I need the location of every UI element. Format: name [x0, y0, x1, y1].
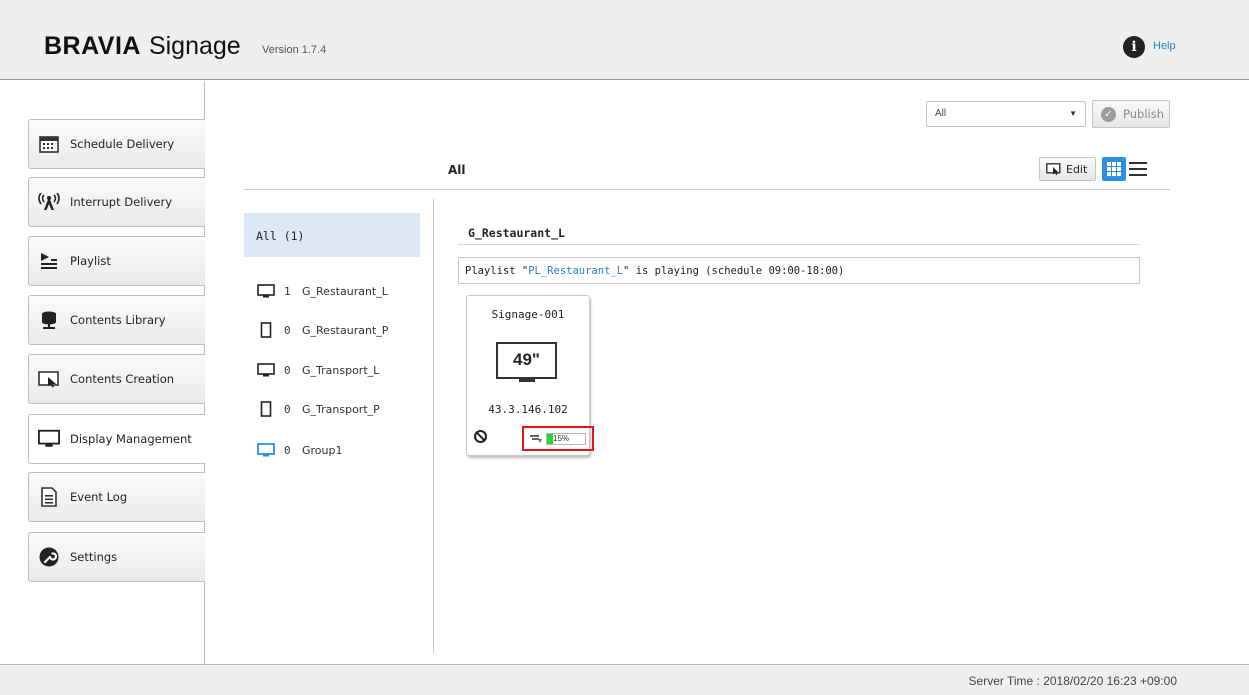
main-content: All ▼ ✓ Publish All Edit All (1) 1 G_Res… [206, 81, 1249, 664]
app-brand: BRAVIA Signage [44, 31, 241, 61]
landscape-monitor-icon [256, 284, 276, 298]
footer: Server Time : 2018/02/20 16:23 +09:00 [0, 664, 1249, 695]
display-size: 49" [513, 350, 540, 369]
progress-text: 15% [553, 434, 570, 443]
sidebar-item-label: Settings [70, 550, 118, 564]
playlist-link[interactable]: PL_Restaurant_L [528, 265, 623, 277]
sidebar-item-contents-creation[interactable]: Contents Creation [28, 354, 205, 404]
detail-title: G_Restaurant_L [468, 226, 565, 240]
group-count: 0 [284, 363, 291, 377]
group-name: G_Restaurant_P [302, 323, 389, 337]
group-item-group1[interactable]: 0 Group1 [256, 443, 343, 457]
sidebar-item-label: Event Log [70, 490, 128, 504]
sidebar-item-contents-library[interactable]: Contents Library [28, 295, 205, 345]
sidebar-item-label: Schedule Delivery [70, 137, 175, 151]
broadcast-icon [38, 191, 60, 213]
download-progress-highlight: 15% [522, 426, 594, 451]
grid-icon [1107, 162, 1121, 176]
edit-screen-icon [38, 368, 60, 390]
divider [244, 189, 1170, 190]
monitor-stand [519, 379, 535, 382]
sidebar-item-label: Display Management [70, 432, 192, 446]
list-icon-bar [1129, 174, 1147, 176]
portrait-monitor-icon [256, 322, 276, 338]
grid-view-button[interactable] [1102, 157, 1126, 181]
playlist-icon [38, 250, 60, 272]
app-version: Version 1.7.4 [262, 44, 327, 56]
status-suffix: " is playing (schedule 09:00-18:00) [623, 265, 845, 277]
sidebar-item-interrupt-delivery[interactable]: Interrupt Delivery [28, 177, 205, 227]
display-size-icon: 49" [496, 342, 557, 379]
brand-bold: BRAVIA [44, 32, 141, 60]
check-circle-icon: ✓ [1101, 106, 1116, 122]
group-item-g-transport-p[interactable]: 0 G_Transport_P [256, 401, 380, 417]
group-name: G_Restaurant_L [302, 284, 388, 298]
list-view-button[interactable] [1129, 159, 1147, 179]
portrait-monitor-icon [256, 401, 276, 417]
wrench-icon [38, 546, 60, 568]
device-card[interactable]: Signage-001 49" 43.3.146.102 15% [466, 295, 594, 456]
brand-light: Signage [148, 32, 241, 60]
group-count: 0 [284, 402, 291, 416]
group-name: G_Transport_P [302, 402, 380, 416]
status-prefix: Playlist " [465, 265, 529, 277]
monitor-blue-icon [256, 443, 276, 457]
info-icon[interactable]: i [1123, 36, 1145, 58]
sidebar: Schedule Delivery Interrupt Delivery Pla… [0, 81, 206, 664]
sidebar-item-label: Contents Library [70, 313, 166, 327]
list-icon-bar [1129, 168, 1147, 170]
library-icon [38, 309, 60, 331]
help-link[interactable]: Help [1153, 40, 1176, 52]
group-count: 0 [284, 323, 291, 337]
group-item-g-transport-l[interactable]: 0 G_Transport_L [256, 363, 379, 377]
group-name: G_Transport_L [302, 363, 380, 377]
list-icon-bar [1129, 162, 1147, 164]
calendar-icon [38, 133, 60, 155]
page-title: All [448, 163, 466, 177]
group-list: All (1) 1 G_Restaurant_L 0 G_Restaurant_… [244, 199, 434, 654]
landscape-monitor-icon [256, 363, 276, 377]
progress-fill [547, 434, 553, 444]
sidebar-item-settings[interactable]: Settings [28, 532, 205, 582]
group-item-g-restaurant-p[interactable]: 0 G_Restaurant_P [256, 322, 389, 338]
publish-button[interactable]: ✓ Publish [1092, 100, 1170, 128]
filter-select-value: All [935, 108, 947, 119]
device-ip: 43.3.146.102 [488, 403, 568, 416]
sidebar-item-event-log[interactable]: Event Log [28, 472, 205, 522]
edit-button[interactable]: Edit [1039, 157, 1096, 181]
document-icon [38, 486, 60, 508]
sidebar-item-label: Contents Creation [70, 372, 175, 386]
app-header: BRAVIA Signage Version 1.7.4 i Help [0, 0, 1249, 80]
group-item-g-restaurant-l[interactable]: 1 G_Restaurant_L [256, 284, 388, 298]
server-time: Server Time : 2018/02/20 16:23 +09:00 [968, 674, 1177, 688]
edit-screen-icon [1046, 163, 1062, 175]
sidebar-item-label: Playlist [70, 254, 111, 268]
sidebar-item-playlist[interactable]: Playlist [28, 236, 205, 286]
device-name: Signage-001 [491, 308, 565, 321]
group-name: Group1 [302, 443, 343, 457]
filter-select[interactable]: All ▼ [926, 101, 1086, 127]
sidebar-item-display-management[interactable]: Display Management [28, 414, 206, 464]
chevron-down-icon: ▼ [1069, 109, 1077, 118]
prohibited-icon [474, 430, 487, 443]
monitor-icon [38, 428, 60, 450]
edit-label: Edit [1066, 162, 1088, 176]
sidebar-item-label: Interrupt Delivery [70, 195, 173, 209]
divider [458, 244, 1140, 245]
publish-label: Publish [1123, 107, 1164, 121]
download-progress: 15% [530, 433, 586, 445]
group-item-all[interactable]: All (1) [244, 213, 420, 257]
playback-status: Playlist "PL_Restaurant_L" is playing (s… [458, 257, 1140, 284]
group-count: 1 [284, 284, 291, 298]
progress-bar: 15% [546, 433, 586, 445]
group-count: 0 [284, 443, 291, 457]
download-icon [530, 434, 542, 444]
sidebar-item-schedule-delivery[interactable]: Schedule Delivery [28, 119, 205, 169]
